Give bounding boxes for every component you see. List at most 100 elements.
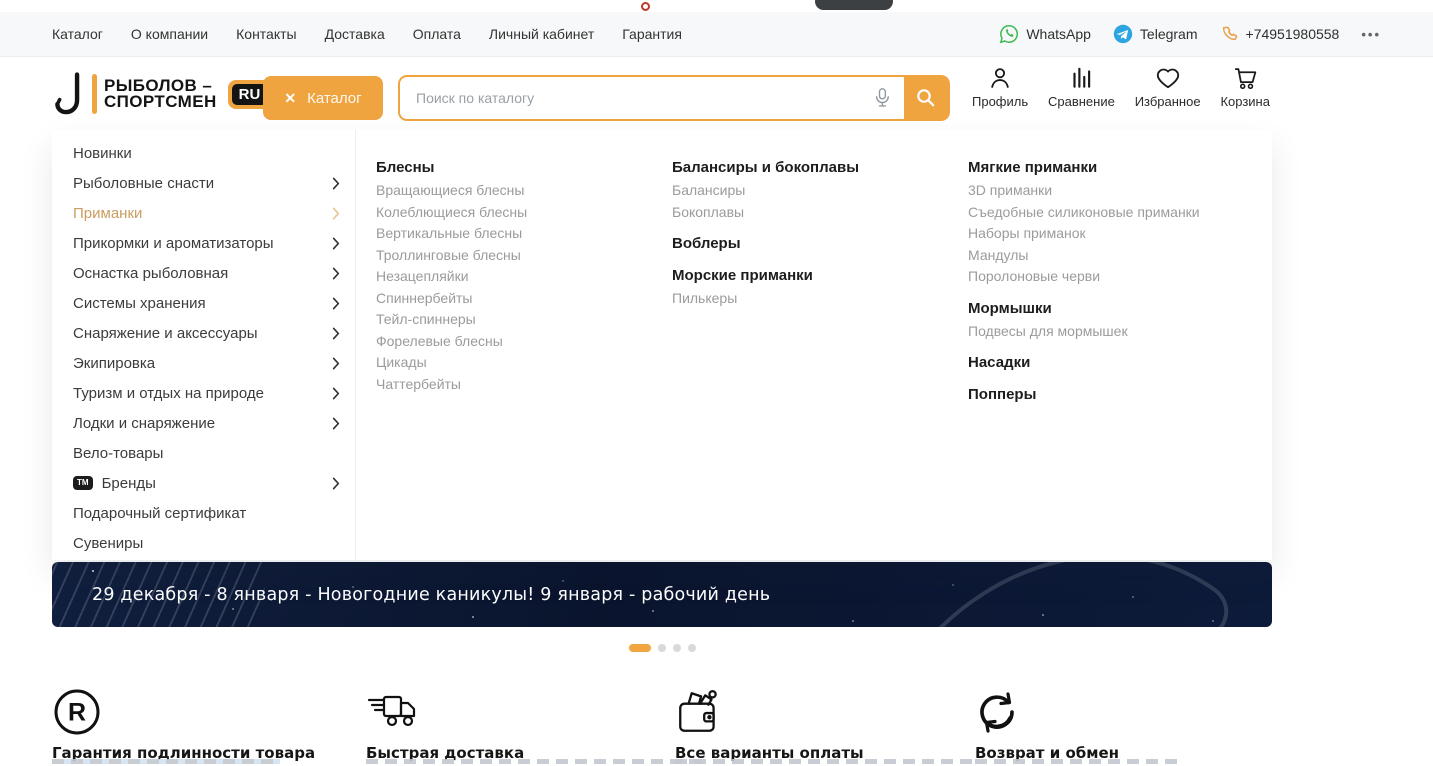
clipped-subtext — [52, 759, 280, 764]
mega-link[interactable]: Троллинговые блесны — [376, 245, 672, 267]
sidebar-item-3[interactable]: Прикормки и ароматизаторы — [52, 228, 355, 258]
more-menu-icon[interactable]: ••• — [1361, 27, 1381, 42]
top-utility-bar: Каталог О компании Контакты Доставка Оплата Л… — [0, 12, 1433, 57]
carousel-dot-3[interactable] — [688, 644, 696, 652]
mega-link[interactable]: Подвесы для мормышек — [968, 321, 1264, 343]
topbar-link-1[interactable]: О компании — [131, 26, 208, 42]
mega-section-header[interactable]: Морские приманки — [672, 265, 968, 287]
mega-link[interactable]: Вертикальные блесны — [376, 223, 672, 245]
mega-link[interactable]: Балансиры — [672, 180, 968, 202]
mega-link[interactable]: Вращающиеся блесны — [376, 180, 672, 202]
refresh-icon — [975, 690, 1019, 734]
mega-link[interactable]: Цикады — [376, 352, 672, 374]
sidebar-item-4[interactable]: Оснастка рыболовная — [52, 258, 355, 288]
sidebar-item-11[interactable]: TMБренды — [52, 468, 355, 498]
topbar-link-5[interactable]: Личный кабинет — [489, 26, 594, 42]
wallet-icon — [675, 687, 723, 737]
whatsapp-contact[interactable]: WhatsApp — [999, 24, 1091, 44]
search-icon — [915, 87, 937, 109]
sidebar-item-9[interactable]: Лодки и снаряжение — [52, 408, 355, 438]
sidebar-item-12[interactable]: Подарочный сертификат — [52, 498, 355, 528]
sidebar-item-label: Туризм и отдых на природе — [73, 385, 332, 402]
logo[interactable]: РЫБОЛОВ – СПОРТСМЕН RU — [55, 71, 271, 117]
mega-link[interactable]: Наборы приманок — [968, 223, 1264, 245]
search-input[interactable] — [400, 77, 904, 119]
feature-returns: Возврат и обмен — [975, 683, 1119, 762]
banner-swirl-decor — [912, 562, 1242, 627]
mic-icon[interactable] — [872, 87, 892, 112]
sidebar-item-1[interactable]: Рыболовные снасти — [52, 168, 355, 198]
sidebar-item-0[interactable]: Новинки — [52, 138, 355, 168]
topbar-link-4[interactable]: Оплата — [413, 26, 461, 42]
mega-link[interactable]: Пилькеры — [672, 288, 968, 310]
phone-contact[interactable]: +74951980558 — [1220, 25, 1340, 44]
mega-link[interactable]: Спиннербейты — [376, 288, 672, 310]
topbar-link-6[interactable]: Гарантия — [622, 26, 682, 42]
sidebar-item-label: Подарочный сертификат — [73, 505, 340, 522]
mega-link[interactable]: 3D приманки — [968, 180, 1264, 202]
mega-section-header[interactable]: Мормышки — [968, 298, 1264, 320]
telegram-contact[interactable]: Telegram — [1113, 24, 1198, 44]
compare-bars-icon — [1068, 65, 1094, 91]
mega-section: Воблеры — [672, 233, 968, 255]
mega-link[interactable]: Незацепляйки — [376, 266, 672, 288]
chevron-right-icon — [332, 177, 340, 190]
sidebar-item-5[interactable]: Системы хранения — [52, 288, 355, 318]
mega-section-header[interactable]: Мягкие приманки — [968, 157, 1264, 179]
sidebar-item-10[interactable]: Вело-товары — [52, 438, 355, 468]
sidebar-item-2[interactable]: Приманки — [52, 198, 355, 228]
mega-link[interactable]: Мандулы — [968, 245, 1264, 267]
features-row: R Гарантия подлинности товара Быстрая до… — [0, 683, 1433, 766]
catalog-button-label: Каталог — [307, 90, 362, 107]
mega-section-header[interactable]: Насадки — [968, 352, 1264, 374]
profile-button[interactable]: Профиль — [972, 65, 1028, 109]
mega-link[interactable]: Бокоплавы — [672, 202, 968, 224]
sidebar-item-label: Прикормки и ароматизаторы — [73, 235, 332, 252]
sidebar-item-13[interactable]: Сувениры — [52, 528, 355, 558]
catalog-button[interactable]: ✕ Каталог — [263, 76, 383, 120]
search-button[interactable] — [904, 77, 948, 119]
sidebar-item-label: Приманки — [73, 205, 332, 222]
mega-link[interactable]: Колеблющиеся блесны — [376, 202, 672, 224]
catalog-mega-menu: НовинкиРыболовные снасти Приманки Прикормк… — [52, 130, 1272, 560]
banner-text: 29 декабря - 8 января - Новогодние каник… — [52, 585, 770, 605]
topbar-link-0[interactable]: Каталог — [52, 26, 103, 42]
mega-section-header[interactable]: Балансиры и бокоплавы — [672, 157, 968, 179]
telegram-icon — [1113, 24, 1133, 44]
chevron-right-icon — [332, 267, 340, 280]
sidebar-item-label: Лодки и снаряжение — [73, 415, 332, 432]
favorites-button[interactable]: Избранное — [1135, 65, 1201, 109]
carousel-dots — [52, 644, 1272, 652]
cart-button[interactable]: Корзина — [1220, 65, 1270, 109]
mega-link[interactable]: Тейл-спиннеры — [376, 309, 672, 331]
close-icon: ✕ — [284, 90, 296, 107]
truck-icon — [366, 692, 420, 732]
mega-link[interactable]: Поролоновые черви — [968, 266, 1264, 288]
mega-column-0: БлесныВращающиеся блесныКолеблющиеся бле… — [376, 157, 672, 560]
promo-banner[interactable]: 29 декабря - 8 января - Новогодние каник… — [52, 562, 1272, 627]
mega-link[interactable]: Съедобные силиконовые приманки — [968, 202, 1264, 224]
sidebar-item-7[interactable]: Экипировка — [52, 348, 355, 378]
ru-badge-label: RU — [232, 84, 268, 105]
carousel-dot-1[interactable] — [658, 644, 666, 652]
topbar-link-3[interactable]: Доставка — [325, 26, 385, 42]
registered-mark-icon: R — [52, 687, 102, 737]
mega-section-header[interactable]: Воблеры — [672, 233, 968, 255]
mega-section-header[interactable]: Попперы — [968, 384, 1264, 406]
carousel-dot-2[interactable] — [673, 644, 681, 652]
sidebar-item-label: Сувениры — [73, 535, 340, 552]
compare-button[interactable]: Сравнение — [1048, 65, 1115, 109]
carousel-dot-0[interactable] — [629, 644, 651, 652]
logo-divider — [92, 74, 97, 114]
sidebar-item-8[interactable]: Туризм и отдых на природе — [52, 378, 355, 408]
sidebar-item-label: Снаряжение и аксессуары — [73, 325, 332, 342]
topbar-link-2[interactable]: Контакты — [236, 26, 296, 42]
mega-link[interactable]: Форелевые блесны — [376, 331, 672, 353]
sidebar-menu: НовинкиРыболовные снасти Приманки Прикормк… — [52, 130, 356, 560]
mega-column-1: Балансиры и бокоплавыБалансирыБокоплавы В… — [672, 157, 968, 560]
mega-link[interactable]: Чаттербейты — [376, 374, 672, 396]
clipped-subtext — [366, 759, 701, 764]
whatsapp-icon — [999, 24, 1019, 44]
sidebar-item-6[interactable]: Снаряжение и аксессуары — [52, 318, 355, 348]
mega-section-header[interactable]: Блесны — [376, 157, 672, 179]
